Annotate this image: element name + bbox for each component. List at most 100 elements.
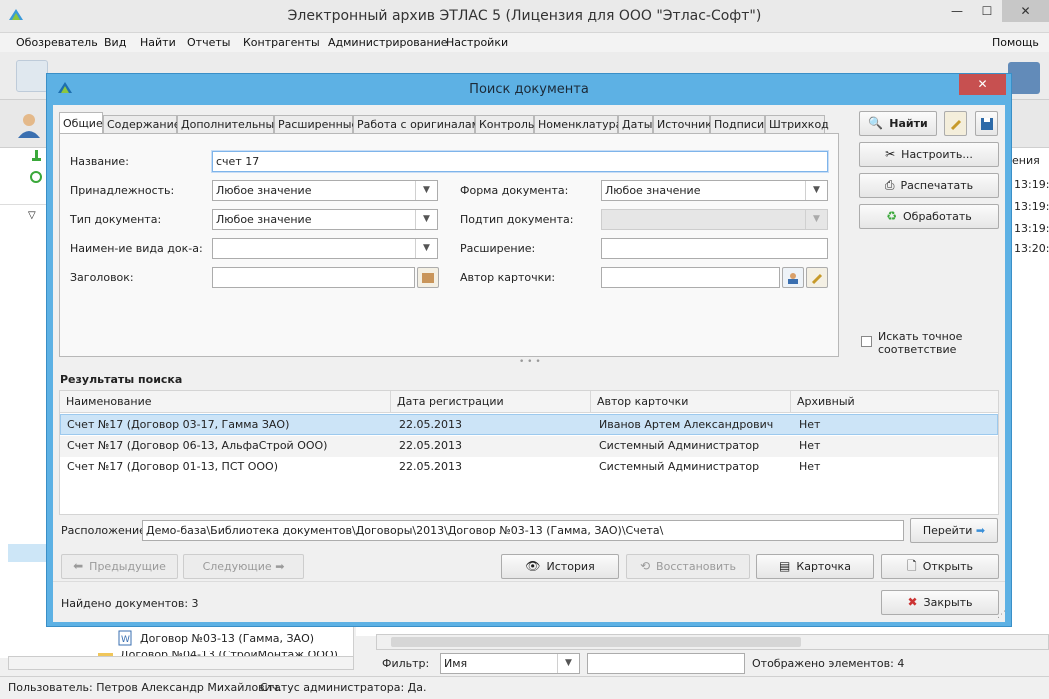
goto-button[interactable]: Перейти ➡ <box>910 518 998 543</box>
col-archived[interactable]: Архивный <box>797 395 855 408</box>
exact-match-checkbox[interactable] <box>861 336 872 347</box>
doc-form-select[interactable]: Любое значение ▼ <box>601 180 828 201</box>
location-label: Расположение: <box>61 524 150 537</box>
name-input[interactable]: счет 17 <box>212 151 828 172</box>
configure-button[interactable]: ✂ Настроить... <box>859 142 999 167</box>
filter-field-select[interactable]: Имя ▼ <box>440 653 580 674</box>
belonging-select[interactable]: Любое значение ▼ <box>212 180 438 201</box>
table-row[interactable]: Счет №17 (Договор 06-13, АльфаСтрой ООО)… <box>60 436 998 457</box>
history-button[interactable]: 👁 История <box>501 554 619 579</box>
time-cell: 13:20: <box>1014 242 1049 255</box>
floppy-icon <box>980 118 993 130</box>
open-button[interactable]: 🗋 Открыть <box>881 554 999 579</box>
splitter-grip[interactable]: • • • <box>519 357 541 367</box>
dialog-close-button[interactable]: ✕ <box>959 74 1006 95</box>
menu-find[interactable]: Найти <box>140 36 176 49</box>
right-hscrollbar[interactable] <box>376 634 1049 650</box>
menu-browser[interactable]: Обозреватель <box>16 36 98 49</box>
cell-archived: Нет <box>799 418 821 431</box>
printer-icon: ⎙ <box>884 178 895 192</box>
doc-type-select[interactable]: Любое значение ▼ <box>212 209 438 230</box>
close-button[interactable]: ✖ Закрыть <box>881 590 999 615</box>
footer-divider <box>53 581 1005 582</box>
lookup-button[interactable] <box>417 267 439 288</box>
tab-dates[interactable]: Даты <box>618 115 653 134</box>
chevron-down-icon: ▼ <box>415 210 437 229</box>
tab-control[interactable]: Контроль <box>475 115 534 134</box>
clear-author-button[interactable] <box>806 267 828 288</box>
menu-reports[interactable]: Отчеты <box>187 36 230 49</box>
header-label: Заголовок: <box>70 271 134 284</box>
extension-input[interactable] <box>601 238 828 259</box>
process-button[interactable]: ♻ Обработать <box>859 204 999 229</box>
status-bar: Пользователь: Петров Александр Михайлови… <box>0 676 1049 699</box>
tab-source[interactable]: Источник <box>653 115 712 134</box>
user-icon[interactable] <box>14 110 44 140</box>
chevron-down-icon: ▼ <box>415 239 437 258</box>
print-button[interactable]: ⎙ Распечатать <box>859 173 999 198</box>
menu-settings[interactable]: Настройки <box>446 36 508 49</box>
name-label: Название: <box>70 155 129 168</box>
next-button[interactable]: Следующие ➡ <box>183 554 304 579</box>
prev-button[interactable]: ⬅ Предыдущие <box>61 554 178 579</box>
cell-date: 22.05.2013 <box>399 439 462 452</box>
menu-administration[interactable]: Администрирование <box>328 36 448 49</box>
menu-counterparties[interactable]: Контрагенты <box>243 36 320 49</box>
main-title-bar: Электронный архив ЭТЛАС 5 (Лицензия для … <box>0 0 1049 33</box>
tab-nomenclature[interactable]: Номенклатура <box>534 115 622 134</box>
user-icon <box>788 273 798 284</box>
table-row[interactable]: Счет №17 (Договор 03-17, Гамма ЗАО) 22.0… <box>60 414 998 435</box>
cell-date: 22.05.2013 <box>399 418 462 431</box>
toolbar-doc-icon[interactable] <box>16 60 48 92</box>
tree-item[interactable]: Договор №03-13 (Гамма, ЗАО) <box>140 632 314 645</box>
tab-signatures[interactable]: Подписи <box>710 115 765 134</box>
find-button[interactable]: 🔍 Найти <box>859 111 937 136</box>
header-input[interactable] <box>212 267 415 288</box>
table-row[interactable]: Счет №17 (Договор 01-13, ПСТ ООО) 22.05.… <box>60 457 998 478</box>
tab-content[interactable]: Содержание <box>103 115 181 134</box>
restore-icon: ⟲ <box>639 559 651 573</box>
card-button[interactable]: ▤ Карточка <box>756 554 874 579</box>
toolbar-help-icon[interactable] <box>1008 62 1040 94</box>
tab-extended[interactable]: Расширенные <box>274 115 358 134</box>
menu-bar: Обозреватель Вид Найти Отчеты Контрагент… <box>0 33 1049 52</box>
recycle-icon: ♻ <box>886 209 898 223</box>
belonging-label: Принадлежность: <box>70 184 175 197</box>
restore-button[interactable]: ⟲ Восстановить <box>626 554 750 579</box>
minimize-button[interactable]: — <box>942 0 972 22</box>
col-reg-date[interactable]: Дата регистрации <box>397 395 504 408</box>
col-card-author[interactable]: Автор карточки <box>597 395 688 408</box>
tab-originals[interactable]: Работа с оригиналами <box>353 115 487 134</box>
cell-author: Иванов Артем Александрович <box>599 418 774 431</box>
maximize-button[interactable]: ☐ <box>972 0 1002 22</box>
filter-input[interactable] <box>587 653 745 674</box>
card-icon: ▤ <box>779 559 791 573</box>
cell-name: Счет №17 (Договор 01-13, ПСТ ООО) <box>67 460 278 473</box>
exact-match-label: Искать точное соответствие <box>878 330 963 356</box>
col-name[interactable]: Наименование <box>66 395 151 408</box>
broom-icon <box>811 273 823 285</box>
tab-barcode[interactable]: Штрихкод <box>765 115 829 134</box>
doc-kind-select[interactable]: ▼ <box>212 238 438 259</box>
scroll-thumb[interactable] <box>391 637 801 647</box>
chevron-down-icon: ▼ <box>415 181 437 200</box>
tab-general[interactable]: Общие <box>59 112 103 134</box>
location-input[interactable]: Демо-база\Библиотека документов\Договоры… <box>142 520 904 541</box>
menu-help[interactable]: Помощь <box>992 36 1039 49</box>
left-hscrollbar[interactable] <box>8 656 354 670</box>
save-button[interactable] <box>975 111 998 136</box>
window-close-button[interactable]: ✕ <box>1002 0 1049 22</box>
cell-name: Счет №17 (Договор 03-17, Гамма ЗАО) <box>67 418 290 431</box>
select-user-button[interactable] <box>782 267 804 288</box>
clear-button[interactable] <box>944 111 967 136</box>
col-separator <box>390 391 391 413</box>
card-author-input[interactable] <box>601 267 780 288</box>
doc-subtype-label: Подтип документа: <box>460 213 574 226</box>
doc-subtype-select[interactable]: ▼ <box>601 209 828 230</box>
expand-arrow-icon[interactable]: ▽ <box>28 210 36 221</box>
resize-grip[interactable]: ⋰ <box>997 610 1006 620</box>
time-cell: 13:19: <box>1014 222 1049 235</box>
tab-additional[interactable]: Дополнительные <box>177 115 281 134</box>
chevron-down-icon: ▼ <box>557 654 579 673</box>
menu-view[interactable]: Вид <box>104 36 126 49</box>
